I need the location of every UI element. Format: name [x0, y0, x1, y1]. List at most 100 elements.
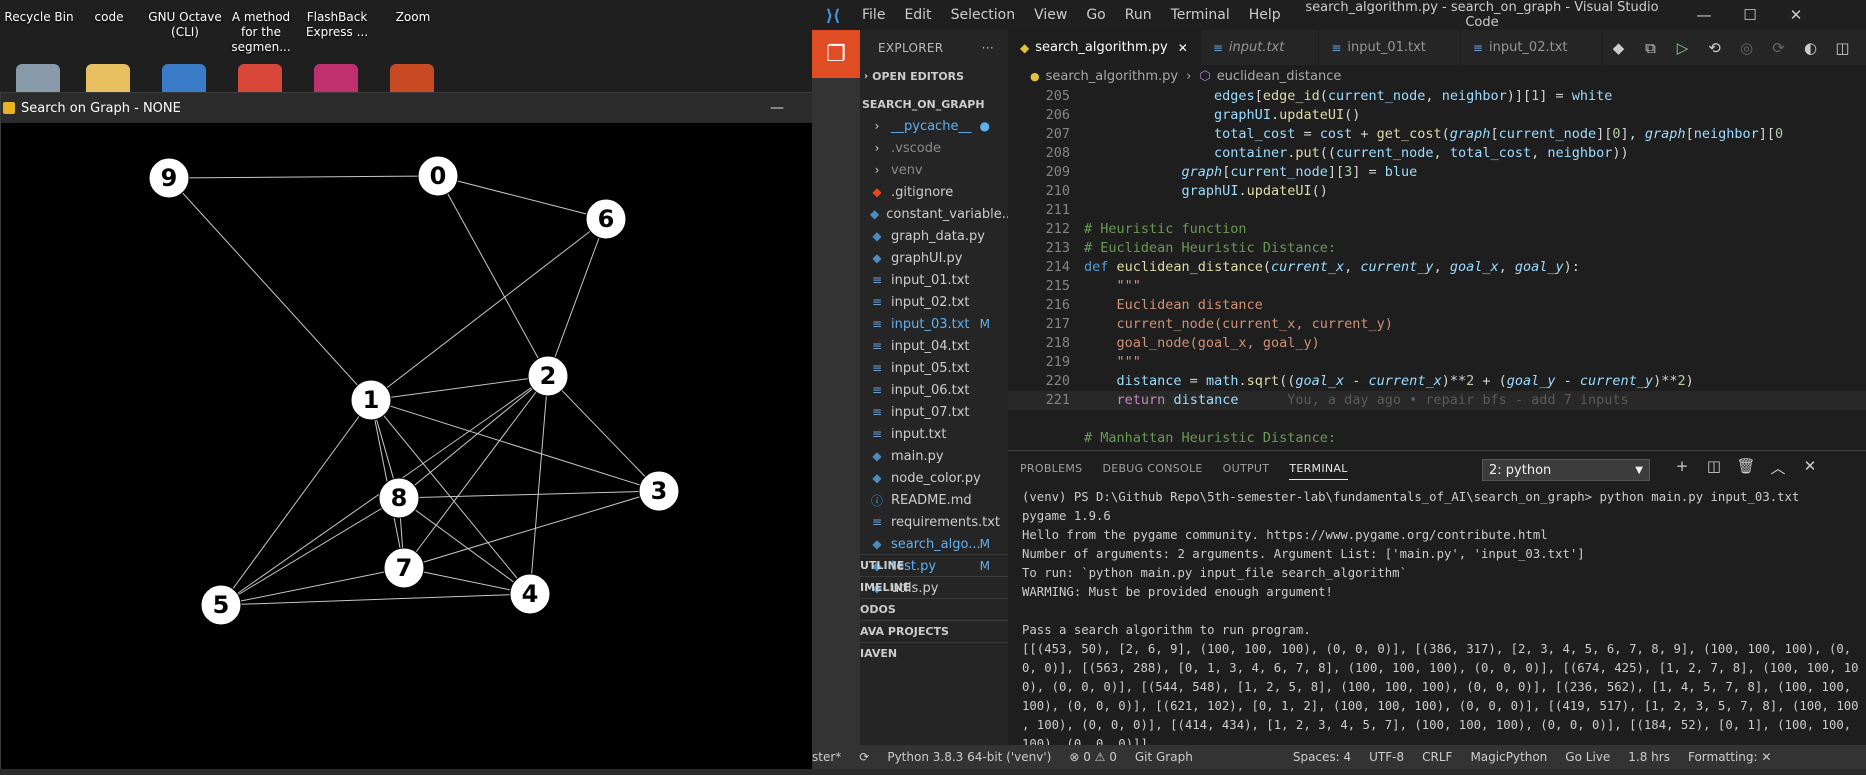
sidebar-section[interactable]: UTLINE	[860, 554, 1008, 576]
graph-node-0[interactable]: 0	[417, 155, 459, 197]
close-icon[interactable]: ✕	[1178, 41, 1188, 55]
file-item[interactable]: ◆ constant_variable...	[860, 203, 1008, 225]
graph-node-8[interactable]: 8	[378, 477, 420, 519]
vscode-titlebar[interactable]: ⟩⟨ File Edit Selection View Go Run Terminal Hel…	[812, 0, 1866, 30]
close-panel-icon[interactable]: ✕	[1794, 457, 1826, 478]
graph-node-5[interactable]: 5	[200, 584, 242, 626]
editor-tab[interactable]: ≡ input_01.txt	[1319, 30, 1461, 65]
split-editor-icon[interactable]: ◫	[1827, 39, 1859, 57]
menu-item-help[interactable]: Help	[1249, 7, 1281, 23]
pygame-window[interactable]: Search on Graph - NONE — ☐ ✕ 0 1 2 3 4 5 6 7 8 9	[0, 92, 888, 775]
file-item[interactable]: ◆ node_color.py	[860, 467, 1008, 489]
desktop-icon[interactable]: FlashBack Express ...	[298, 0, 376, 94]
file-item[interactable]: › venv	[860, 159, 1008, 181]
menu-item-run[interactable]: Run	[1125, 7, 1152, 23]
explorer-activity-icon[interactable]: ❐	[812, 30, 860, 78]
file-item[interactable]: ≡ input_04.txt	[860, 335, 1008, 357]
file-item[interactable]: ≡ input_06.txt	[860, 379, 1008, 401]
run-icon[interactable]: ▷	[1667, 39, 1699, 57]
split-terminal-icon[interactable]: ◫	[1698, 457, 1730, 478]
vscode-minimize-button[interactable]: —	[1681, 0, 1727, 30]
pygame-minimize-button[interactable]: —	[755, 93, 799, 123]
open-editors-section[interactable]: › OPEN EDITORS	[860, 65, 1008, 87]
file-item[interactable]: ◆ graph_data.py	[860, 225, 1008, 247]
new-terminal-icon[interactable]: +	[1666, 457, 1698, 478]
file-item[interactable]: ◆ .gitignore	[860, 181, 1008, 203]
sidebar-section[interactable]: IAVEN	[860, 642, 1008, 664]
timeline-icon[interactable]: ◎	[1731, 39, 1763, 57]
code-editor[interactable]: 205 edges[edge_id(current_node, neighbor…	[1008, 87, 1866, 450]
terminal-output[interactable]: (venv) PS D:\Github Repo\5th-semester-la…	[1022, 488, 1862, 753]
vscode-close-button[interactable]: ✕	[1773, 0, 1819, 30]
file-item[interactable]: ≡ input_02.txt	[860, 291, 1008, 313]
history-icon[interactable]: ◐	[1795, 39, 1827, 57]
status-eol[interactable]: CRLF	[1422, 750, 1452, 764]
status-spaces[interactable]: Spaces: 4	[1293, 750, 1351, 764]
vscode-maximize-button[interactable]: ☐	[1727, 0, 1773, 30]
sidebar-section[interactable]: ODOS	[860, 598, 1008, 620]
menu-item-selection[interactable]: Selection	[951, 7, 1016, 23]
sync-icon[interactable]: ⟳	[859, 750, 869, 764]
go-back-icon[interactable]: ⟲	[1699, 39, 1731, 57]
graph-node-6[interactable]: 6	[585, 198, 627, 240]
file-item[interactable]: ≡ input_07.txt	[860, 401, 1008, 423]
graph-node-2[interactable]: 2	[527, 355, 569, 397]
file-item[interactable]: ≡ input_05.txt	[860, 357, 1008, 379]
file-item[interactable]: ◆ graphUI.py	[860, 247, 1008, 269]
editor-tab[interactable]: ◆ search_algorithm.py ✕	[1008, 30, 1201, 65]
menu-item-file[interactable]: File	[862, 7, 885, 23]
status-interpreter[interactable]: Python 3.8.3 64-bit ('venv')	[887, 750, 1051, 764]
file-item[interactable]: ≡ requirements.txt	[860, 511, 1008, 533]
graph-node-7[interactable]: 7	[383, 547, 425, 589]
file-item[interactable]: ⓘ README.md	[860, 489, 1008, 511]
status-encoding[interactable]: UTF-8	[1369, 750, 1404, 764]
git-compare-icon[interactable]: ◆	[1603, 39, 1635, 57]
status-formatting[interactable]: Formatting: ✕	[1688, 750, 1771, 764]
sidebar-section[interactable]: IMELINE	[860, 576, 1008, 598]
file-item[interactable]: ≡ input.txt	[860, 423, 1008, 445]
workspace-folder[interactable]: SEARCH_ON_GRAPH	[860, 93, 1008, 115]
vscode-window[interactable]: ⟩⟨ File Edit Selection View Go Run Terminal Hel…	[812, 0, 1866, 775]
file-item[interactable]: › .vscode	[860, 137, 1008, 159]
more-actions-icon[interactable]: ···	[1859, 39, 1866, 57]
menu-item-edit[interactable]: Edit	[904, 7, 931, 23]
graph-node-3[interactable]: 3	[638, 470, 680, 512]
menu-item-view[interactable]: View	[1034, 7, 1067, 23]
desktop-icon[interactable]: Recycle Bin	[0, 0, 78, 94]
status-time[interactable]: 1.8 hrs	[1628, 750, 1670, 764]
panel-tab-output[interactable]: OUTPUT	[1223, 462, 1270, 475]
desktop-icon[interactable]: GNU Octave (CLI)	[146, 0, 224, 94]
status-golive[interactable]: Go Live	[1565, 750, 1610, 764]
breadcrumb-file[interactable]: search_algorithm.py	[1046, 69, 1179, 84]
maximize-panel-icon[interactable]: ︿	[1762, 457, 1794, 478]
status-git-graph[interactable]: Git Graph	[1135, 750, 1193, 764]
pygame-titlebar[interactable]: Search on Graph - NONE — ☐ ✕	[1, 93, 887, 123]
file-item[interactable]: ◆ search_algo... M	[860, 533, 1008, 555]
file-item[interactable]: › __pycache__ ●	[860, 115, 1008, 137]
menu-item-go[interactable]: Go	[1086, 7, 1105, 23]
explorer-more-icon[interactable]: ···	[982, 41, 994, 55]
file-item[interactable]: ≡ input_01.txt	[860, 269, 1008, 291]
editor-tab[interactable]: ≡ input.txt	[1201, 30, 1320, 65]
status-branch[interactable]: ster*	[812, 750, 841, 764]
terminal-select[interactable]: 2: python ▼	[1482, 459, 1650, 481]
graph-node-1[interactable]: 1	[350, 379, 392, 421]
panel-tab-debug-console[interactable]: DEBUG CONSOLE	[1102, 462, 1202, 475]
editor-tab[interactable]: ≡ input_02.txt	[1461, 30, 1603, 65]
graph-node-9[interactable]: 9	[148, 157, 190, 199]
desktop-icon[interactable]: Zoom	[374, 0, 452, 94]
menu-item-terminal[interactable]: Terminal	[1171, 7, 1230, 23]
breadcrumb-symbol[interactable]: euclidean_distance	[1217, 69, 1342, 84]
go-forward-icon[interactable]: ⟳	[1763, 39, 1795, 57]
desktop-icon[interactable]: code	[70, 0, 148, 94]
graph-canvas[interactable]: 0 1 2 3 4 5 6 7 8 9	[1, 123, 887, 774]
graph-node-4[interactable]: 4	[509, 573, 551, 615]
file-item[interactable]: ≡ input_03.txt M	[860, 313, 1008, 335]
status-language[interactable]: MagicPython	[1470, 750, 1547, 764]
status-problems[interactable]: ⊗ 0 ⚠ 0	[1069, 750, 1117, 764]
panel-tab-problems[interactable]: PROBLEMS	[1020, 462, 1082, 475]
sidebar-section[interactable]: AVA PROJECTS	[860, 620, 1008, 642]
trash-icon[interactable]: 🗑	[1730, 457, 1762, 478]
desktop-icon[interactable]: A method for the segmen...	[222, 0, 300, 94]
source-control-icon[interactable]: ⧉	[1635, 39, 1667, 57]
